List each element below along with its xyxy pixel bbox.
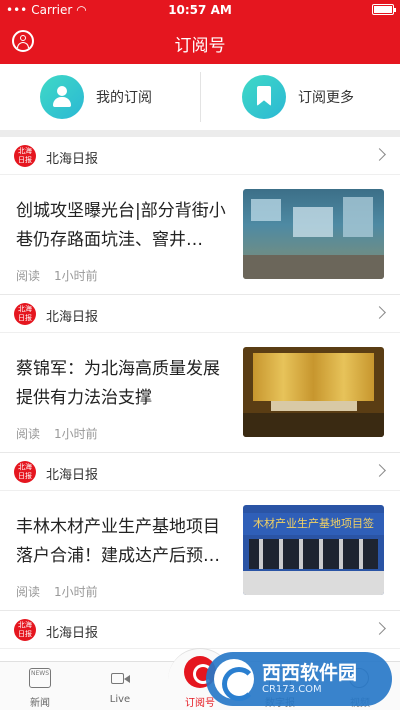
article-meta: 阅读 1小时前: [16, 267, 98, 284]
article-headline: 创城攻坚曝光台|部分背街小巷仍存路面坑洼、窨井…: [16, 201, 226, 250]
chevron-right-icon: [373, 622, 386, 635]
source-row[interactable]: 北海 日报 北海日报: [0, 453, 400, 491]
status-time: 10:57 AM: [168, 3, 232, 17]
article-item[interactable]: 丰林木材产业生产基地项目落户合浦！建成达产后预… 阅读 1小时前 木材产业生产基地…: [0, 491, 400, 611]
chevron-right-icon: [373, 306, 386, 319]
my-subscriptions-label: 我的订阅: [96, 90, 152, 106]
chevron-right-icon: [373, 464, 386, 477]
article-headline: 蔡锦军：为北海高质量发展提供有力法治支撑: [16, 359, 220, 408]
source-row[interactable]: 北海 日报 北海日报: [0, 295, 400, 333]
nav-bar: 订阅号: [0, 20, 400, 64]
source-name: 北海日报: [46, 626, 99, 641]
source-logo-icon: 北海 日报: [14, 145, 36, 167]
subscribe-more-label: 订阅更多: [298, 90, 354, 106]
video-camera-icon: [109, 668, 131, 688]
source-row[interactable]: 北海 日报 北海日报: [0, 137, 400, 175]
article-thumbnail: [243, 189, 384, 279]
page-title: 订阅号: [174, 36, 226, 56]
read-label: 阅读: [16, 427, 41, 441]
article-time: 1小时前: [54, 269, 98, 283]
chevron-right-icon: [373, 148, 386, 161]
subscribe-more-button[interactable]: 订阅更多: [242, 74, 354, 120]
article-item[interactable]: 创城攻坚曝光台|部分背街小巷仍存路面坑洼、窨井… 阅读 1小时前: [0, 175, 400, 295]
section-separator: [0, 130, 400, 137]
tab-label: Live: [109, 694, 131, 705]
news-icon: NEWS: [29, 668, 51, 688]
watermark-title: 西西软件园: [262, 662, 358, 684]
battery-icon: [372, 4, 396, 15]
source-logo-icon: 北海 日报: [14, 461, 36, 483]
person-icon: [40, 75, 84, 119]
source-logo-icon: 北海 日报: [14, 303, 36, 325]
source-row[interactable]: 北海 日报 北海日报: [0, 611, 400, 649]
article-thumbnail: 木材产业生产基地项目签: [243, 505, 384, 595]
article-feed: 北海 日报 北海日报 创城攻坚曝光台|部分背街小巷仍存路面坑洼、窨井… 阅读 1小时…: [0, 137, 400, 649]
article-headline: 丰林木材产业生产基地项目落户合浦！建成达产后预…: [16, 517, 220, 566]
article-meta: 阅读 1小时前: [16, 425, 98, 442]
read-label: 阅读: [16, 269, 41, 283]
tab-label: 新闻: [30, 698, 50, 709]
divider: [200, 72, 201, 122]
source-name: 北海日报: [46, 152, 99, 167]
article-item[interactable]: 蔡锦军：为北海高质量发展提供有力法治支撑 阅读 1小时前: [0, 333, 400, 453]
article-meta: 阅读 1小时前: [16, 583, 98, 600]
source-name: 北海日报: [46, 468, 99, 483]
status-bar: ••• Carrier ◠ 10:57 AM: [0, 0, 400, 20]
thumbnail-banner-text: 木材产业生产基地项目签: [243, 513, 384, 535]
source-name: 北海日报: [46, 310, 99, 325]
article-thumbnail: [243, 347, 384, 437]
read-label: 阅读: [16, 585, 41, 599]
source-logo-icon: 北海 日报: [14, 619, 36, 641]
tab-news[interactable]: NEWS 新闻: [0, 662, 80, 710]
article-time: 1小时前: [54, 585, 98, 599]
watermark: 西西软件园 CR173.COM: [206, 652, 392, 706]
tab-live[interactable]: Live: [80, 662, 160, 710]
watermark-logo-icon: [214, 659, 256, 701]
my-subscriptions-button[interactable]: 我的订阅: [40, 74, 152, 120]
watermark-subtitle: CR173.COM: [262, 684, 322, 695]
article-time: 1小时前: [54, 427, 98, 441]
subscription-panel: 我的订阅 订阅更多: [0, 64, 400, 130]
bookmark-icon: [242, 75, 286, 119]
